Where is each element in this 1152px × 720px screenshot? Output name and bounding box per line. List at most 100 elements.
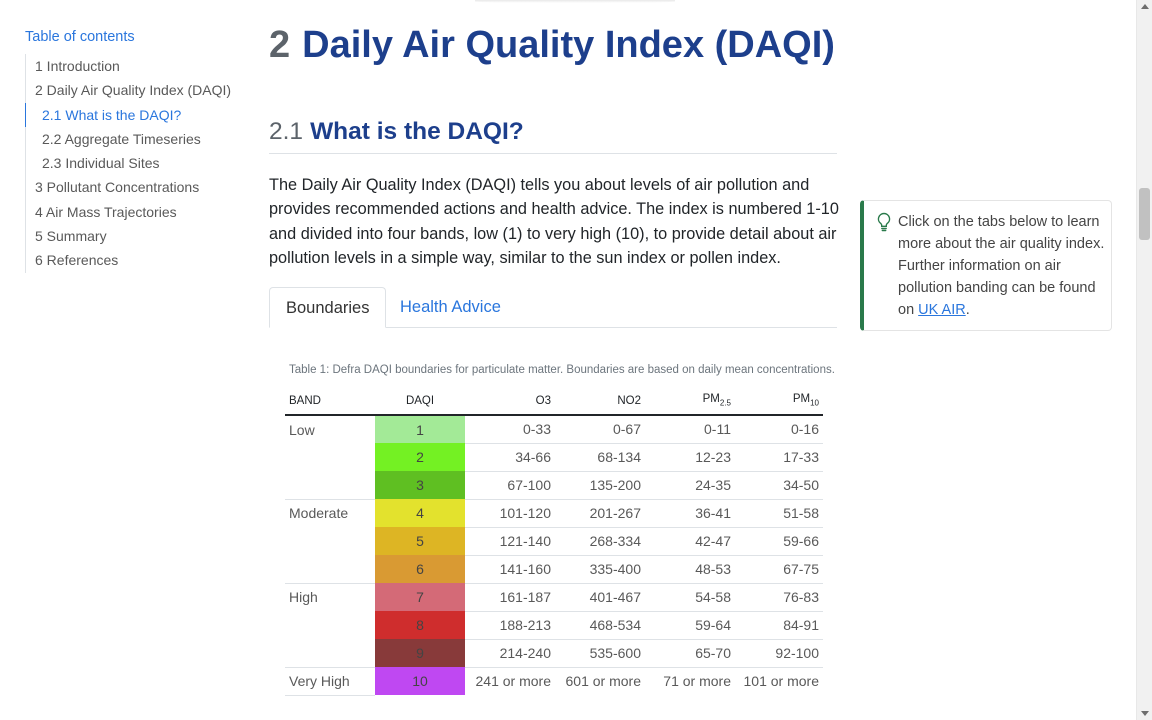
toc-item-daqi[interactable]: 2 Daily Air Quality Index (DAQI) xyxy=(26,78,240,102)
header-pm10-base: PM xyxy=(792,393,811,406)
pm10-cell: 0-16 xyxy=(735,415,823,444)
o3-cell: 101-120 xyxy=(465,499,555,528)
pm25-cell: 59-64 xyxy=(645,611,735,640)
no2-cell: 535-600 xyxy=(555,639,645,668)
no2-cell: 135-200 xyxy=(555,471,645,500)
tab-bar: Boundaries Health Advice xyxy=(269,287,837,328)
table-row: Moderate 4 101-120 201-267 36-41 51-58 xyxy=(285,499,823,528)
daqi-table: BAND DAQI O3 NO2 PM2.5 PM10 Low 1 0-33 0-67… xyxy=(285,387,823,696)
pm10-cell: 101 or more xyxy=(743,673,819,690)
scroll-down-arrow-icon[interactable] xyxy=(1141,711,1149,716)
table-row: 8 188-213 468-534 59-64 84-91 xyxy=(285,611,823,640)
table-row: 5 121-140 268-334 42-47 59-66 xyxy=(285,527,823,556)
toc-item-what-is-daqi[interactable]: 2.1 What is the DAQI? xyxy=(25,102,240,127)
pm25-cell: 0-11 xyxy=(645,415,735,444)
uk-air-link[interactable]: UK AIR xyxy=(918,302,966,318)
table-row: High 7 161-187 401-467 54-58 76-83 xyxy=(285,583,823,612)
table-row: 2 34-66 68-134 12-23 17-33 xyxy=(285,443,823,472)
daqi-index-cell: 6 xyxy=(375,555,465,583)
header-o3: O3 xyxy=(465,387,555,416)
daqi-index-cell: 7 xyxy=(375,583,465,611)
band-cell xyxy=(285,555,375,584)
page-title-text: Daily Air Quality Index (DAQI) xyxy=(302,24,835,66)
pm10-cell: 59-66 xyxy=(735,527,823,556)
pm10-cell: 34-50 xyxy=(735,471,823,500)
band-cell xyxy=(285,611,375,639)
pm25-cell: 48-53 xyxy=(645,555,735,584)
table-row: 3 67-100 135-200 24-35 34-50 xyxy=(285,471,823,500)
callout-text: Click on the tabs below to learn more ab… xyxy=(898,211,1108,321)
pm25-cell: 54-58 xyxy=(645,583,735,612)
o3-cell: 161-187 xyxy=(465,583,555,612)
o3-cell: 241 or more xyxy=(475,673,551,690)
daqi-index-cell: 9 xyxy=(375,639,465,667)
daqi-index-cell: 5 xyxy=(375,527,465,555)
toc-item-individual-sites[interactable]: 2.3 Individual Sites xyxy=(26,151,240,175)
header-no2: NO2 xyxy=(555,387,645,416)
o3-cell: 0-33 xyxy=(465,415,555,444)
toc-item-introduction[interactable]: 1 Introduction xyxy=(26,54,240,78)
tab-boundaries[interactable]: Boundaries xyxy=(269,287,387,328)
pm25-cell: 12-23 xyxy=(645,443,735,472)
pm10-cell: 51-58 xyxy=(735,499,823,528)
toc-item-air-mass-trajectories[interactable]: 4 Air Mass Trajectories xyxy=(26,200,240,224)
callout-suffix: . xyxy=(965,302,970,318)
band-cell: Very High xyxy=(285,667,375,696)
o3-cell: 141-160 xyxy=(465,555,555,584)
toc-list: 1 Introduction 2 Daily Air Quality Index… xyxy=(25,54,240,273)
info-callout: Click on the tabs below to learn more ab… xyxy=(860,200,1112,331)
pm25-cell: 65-70 xyxy=(645,639,735,668)
band-cell: Low xyxy=(289,421,315,438)
table-row: 9 214-240 535-600 65-70 92-100 xyxy=(285,639,823,668)
no2-cell: 468-534 xyxy=(555,611,645,640)
table-row: 6 141-160 335-400 48-53 67-75 xyxy=(285,555,823,584)
daqi-index-cell: 8 xyxy=(375,611,465,639)
pm10-cell: 17-33 xyxy=(735,443,823,472)
no2-cell: 0-67 xyxy=(555,415,645,444)
daqi-index-cell: 2 xyxy=(375,443,465,471)
pm25-cell: 36-41 xyxy=(645,499,735,528)
scrollbar-thumb[interactable] xyxy=(1139,188,1150,240)
scroll-up-arrow-icon[interactable] xyxy=(1141,4,1149,9)
no2-cell: 335-400 xyxy=(555,555,645,584)
band-cell xyxy=(285,443,375,471)
header-pm25: PM2.5 xyxy=(645,387,735,416)
pm10-cell: 67-75 xyxy=(735,555,823,584)
pm25-cell: 42-47 xyxy=(645,527,735,556)
toc-item-aggregate-timeseries[interactable]: 2.2 Aggregate Timeseries xyxy=(26,127,240,151)
header-band: BAND xyxy=(285,387,375,416)
scrollbar[interactable] xyxy=(1136,0,1152,720)
o3-cell: 34-66 xyxy=(465,443,555,472)
daqi-index-cell: 4 xyxy=(375,499,465,527)
band-cell: Moderate xyxy=(289,505,349,522)
top-shadow xyxy=(475,0,675,3)
toc-item-pollutant-concentrations[interactable]: 3 Pollutant Concentrations xyxy=(26,175,240,199)
header-daqi: DAQI xyxy=(375,387,465,416)
table-caption: Table 1: Defra DAQI boundaries for parti… xyxy=(289,364,835,376)
toc-item-summary[interactable]: 5 Summary xyxy=(26,224,240,248)
page-title: 2 Daily Air Quality Index (DAQI) xyxy=(269,24,835,67)
pm10-cell: 92-100 xyxy=(735,639,823,668)
section-heading: 2.1 What is the DAQI? xyxy=(269,118,837,154)
o3-cell: 188-213 xyxy=(465,611,555,640)
o3-cell: 67-100 xyxy=(465,471,555,500)
intro-paragraph: The Daily Air Quality Index (DAQI) tells… xyxy=(269,176,839,267)
header-pm10-sub: 10 xyxy=(810,398,819,408)
no2-cell: 201-267 xyxy=(555,499,645,528)
o3-cell: 121-140 xyxy=(465,527,555,556)
pm25-cell: 71 or more xyxy=(663,673,731,690)
lightbulb-icon xyxy=(877,212,891,232)
toc-title: Table of contents xyxy=(25,29,135,45)
table-of-contents: Table of contents 1 Introduction 2 Daily… xyxy=(25,29,240,273)
pm10-cell: 76-83 xyxy=(735,583,823,612)
table-body: Low 1 0-33 0-67 0-11 0-16 2 34-66 68-134 12-23 17-… xyxy=(285,415,823,696)
header-pm10: PM10 xyxy=(735,387,823,416)
tab-health-advice[interactable]: Health Advice xyxy=(384,287,517,328)
section-heading-text: What is the DAQI? xyxy=(310,118,524,145)
pm25-cell: 24-35 xyxy=(645,471,735,500)
daqi-index-cell: 10 xyxy=(375,667,465,695)
daqi-index-cell: 3 xyxy=(375,471,465,499)
band-cell xyxy=(285,471,375,500)
toc-item-references[interactable]: 6 References xyxy=(26,248,240,272)
no2-cell: 68-134 xyxy=(555,443,645,472)
